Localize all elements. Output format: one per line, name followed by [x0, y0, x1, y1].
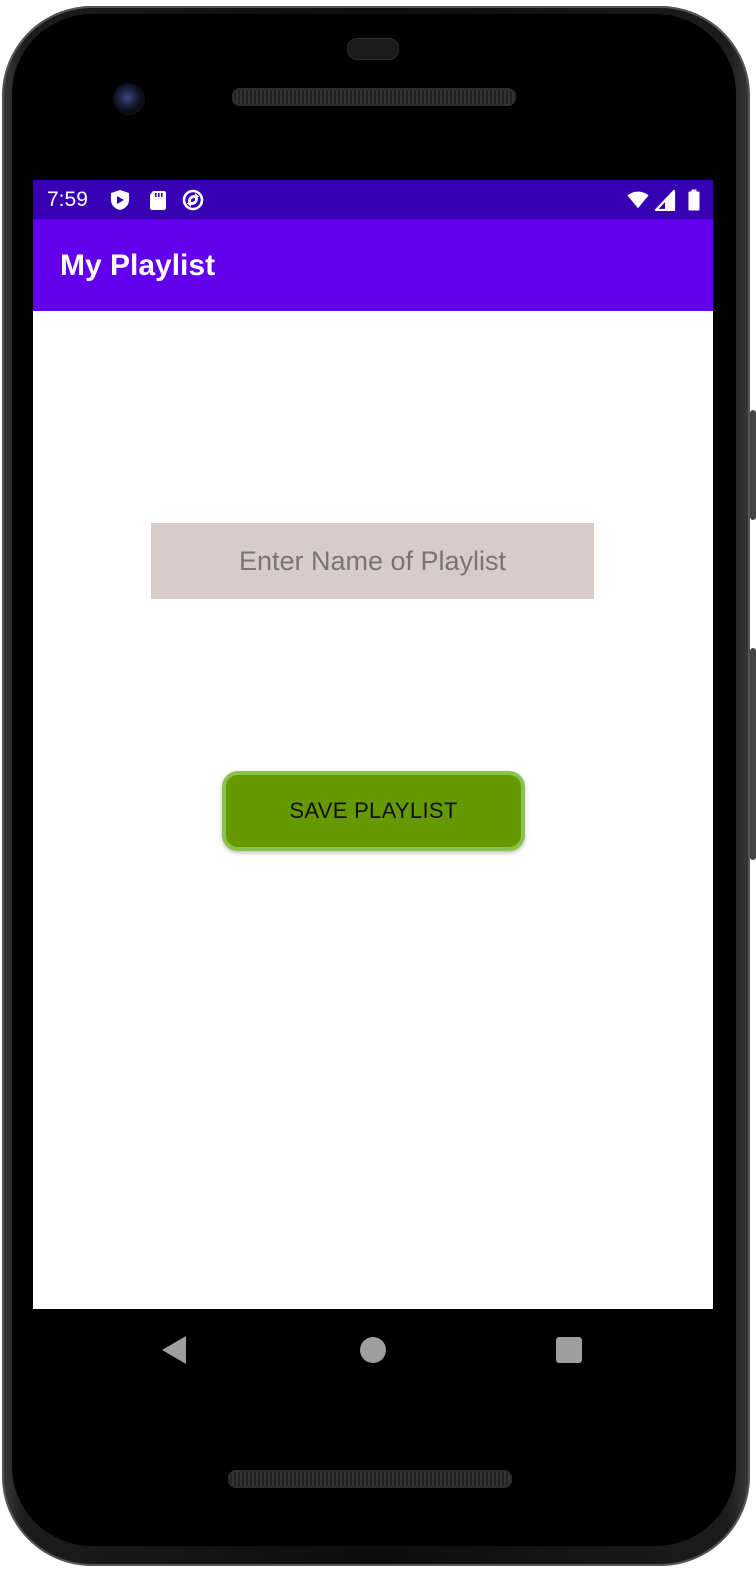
front-camera [113, 83, 145, 115]
signal-icon [654, 189, 676, 211]
power-button[interactable] [750, 410, 756, 520]
status-bar: 7:59 [33, 180, 713, 219]
back-icon[interactable] [162, 1336, 186, 1364]
recents-icon[interactable] [556, 1337, 582, 1363]
battery-icon [688, 189, 700, 211]
save-playlist-button[interactable]: SAVE PLAYLIST [222, 771, 525, 851]
home-icon[interactable] [360, 1337, 386, 1363]
status-time: 7:59 [47, 188, 88, 211]
app-bar: My Playlist [33, 219, 713, 311]
app-title: My Playlist [60, 249, 216, 282]
earpiece-slot [347, 38, 399, 60]
navigation-bar [33, 1309, 713, 1391]
wifi-icon [627, 191, 649, 209]
playlist-name-input[interactable] [151, 523, 594, 599]
app-screen: 7:59 My Playlist Enter Name of Playlist … [33, 180, 713, 1309]
device-frame: 7:59 My Playlist Enter Name of Playlist … [0, 0, 756, 1574]
top-speaker-grille [232, 88, 516, 106]
bottom-speaker-grille [228, 1470, 512, 1488]
sd-card-icon [150, 191, 166, 210]
sync-icon [182, 189, 204, 211]
volume-button[interactable] [750, 648, 756, 860]
shield-icon [111, 190, 129, 210]
